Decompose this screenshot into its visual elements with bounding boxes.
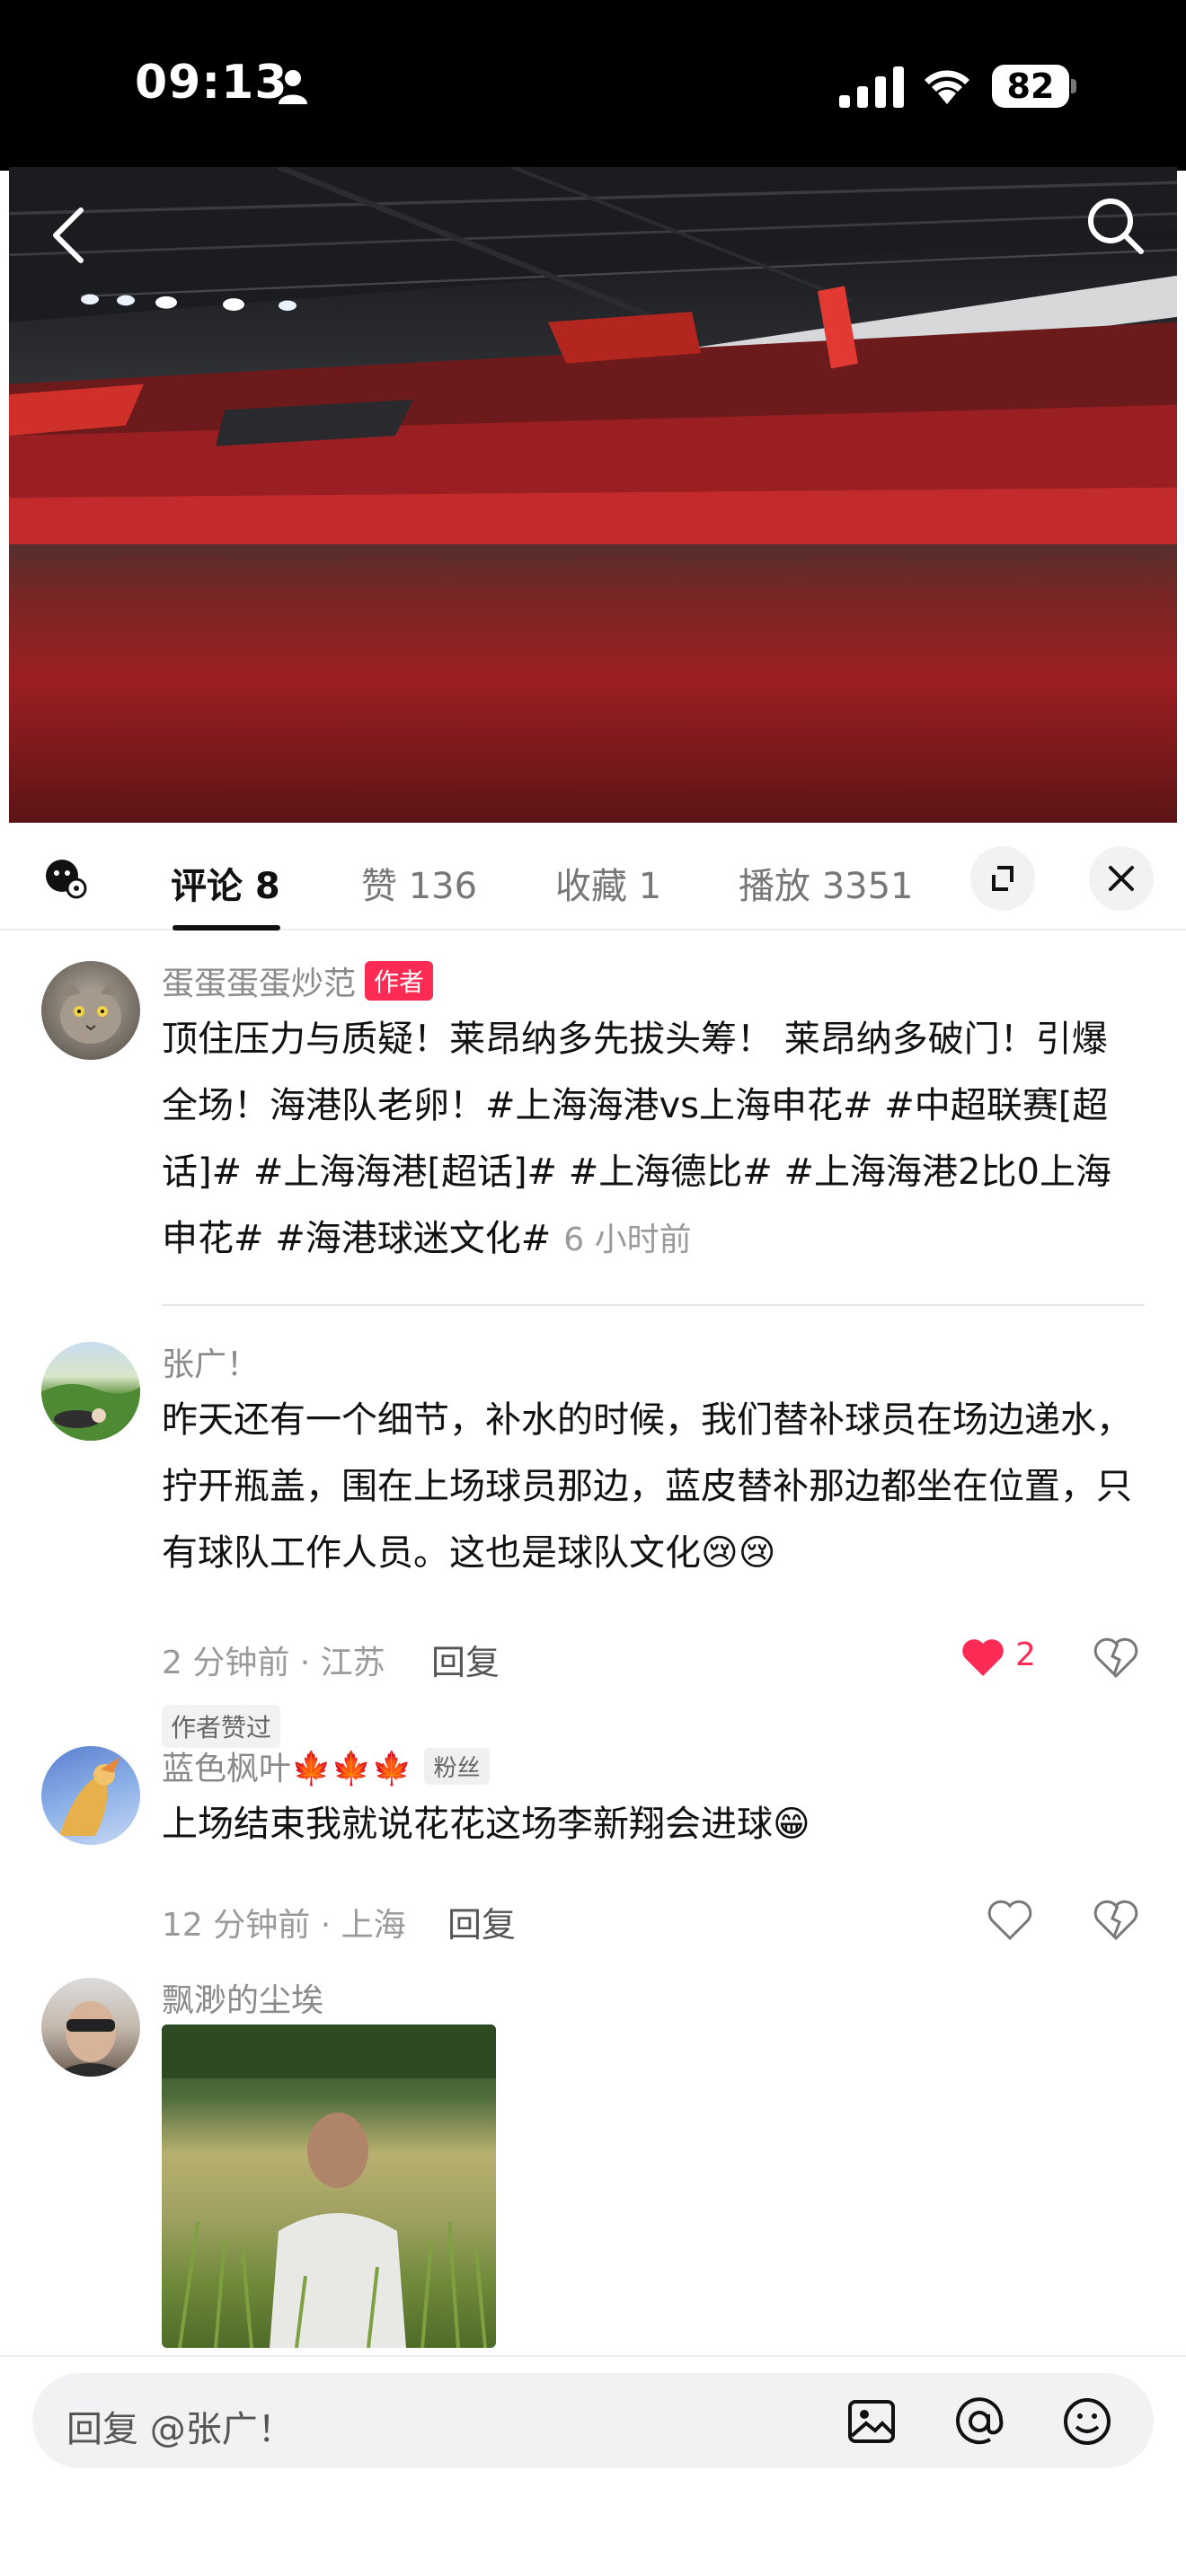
avatar[interactable] (41, 1342, 140, 1441)
comment-divider (162, 1304, 1145, 1306)
author-badge: 作者 (365, 961, 434, 1001)
heart-icon[interactable] (960, 1635, 1006, 1681)
avatar[interactable] (41, 961, 140, 1060)
avatar[interactable] (41, 1978, 140, 2077)
comment-meta: 2 分钟前 · 江苏 (162, 1645, 385, 1681)
battery-indicator: 82 (992, 65, 1078, 108)
search-icon[interactable] (1084, 194, 1146, 257)
tab-favorites[interactable]: 收藏 1 (555, 857, 661, 909)
author-liked-badge: 作者赞过 (162, 1705, 281, 1748)
avatar[interactable] (41, 1746, 140, 1845)
cellular-signal-icon (839, 66, 904, 108)
reply-button[interactable]: 回复 (447, 1897, 516, 1946)
comment-author-name[interactable]: 蓝色枫叶🍁🍁🍁 粉丝 (162, 1742, 490, 1789)
tab-likes[interactable]: 赞 136 (361, 857, 477, 909)
reply-button[interactable]: 回复 (431, 1635, 500, 1684)
comment-text: 昨天还有一个细节，补水的时候，我们替补球员在场边递水，拧开瓶盖，围在上场球员那边… (162, 1399, 1132, 1574)
comment-text: 上场结束我就说花花这场李新翔会进球😁 (162, 1804, 810, 1845)
expand-button[interactable] (970, 846, 1035, 911)
cat-avatar-image (60, 977, 121, 1044)
like-count: 2 (1015, 1636, 1036, 1673)
stadium-scene (9, 167, 1177, 544)
back-icon[interactable] (41, 203, 95, 268)
wifi-icon (925, 70, 969, 104)
tab-comments[interactable]: 评论 8 (171, 857, 280, 909)
comment-author-name[interactable]: 蛋蛋蛋蛋炒范 作者 (162, 957, 434, 1004)
heart-icon[interactable] (987, 1897, 1033, 1944)
expand-icon (992, 866, 1013, 891)
comments-tab-bar: 评论 8 赞 136 收藏 1 播放 3351 (0, 823, 1186, 931)
emoji-settings-icon[interactable] (43, 855, 88, 900)
status-bar: 09:13 82 (0, 0, 1186, 171)
comment-time: 6 小时前 (563, 1222, 692, 1258)
anime-avatar-image (59, 1757, 120, 1836)
person-avatar-image (50, 2001, 131, 2077)
person-icon (279, 70, 307, 104)
status-time: 09:13 (135, 56, 288, 110)
reply-input-bar: 回复 @张广！ (0, 2355, 1186, 2576)
reply-input-placeholder: 回复 @张广！ (66, 2409, 294, 2450)
close-button[interactable] (1089, 846, 1154, 911)
battery-cap (1071, 79, 1076, 93)
close-icon (1109, 866, 1134, 891)
comment-author-name[interactable]: 飘渺的尘埃 (162, 1974, 323, 2021)
reply-input[interactable]: 回复 @张广！ (32, 2373, 1154, 2468)
tab-plays[interactable]: 播放 3351 (739, 857, 914, 909)
comments-panel: 评论 8 赞 136 收藏 1 播放 3351 蛋蛋蛋蛋炒范 作者 顶住压力与质… (0, 823, 1186, 2576)
comment-image[interactable] (162, 2025, 496, 2348)
tab-active-indicator (173, 925, 280, 931)
video-player[interactable] (9, 167, 1177, 823)
image-icon[interactable] (845, 2395, 898, 2448)
at-icon[interactable] (952, 2395, 1006, 2448)
comment-text: 顶住压力与质疑！莱昂纳多先拔头筹！ 莱昂纳多破门！引爆全场！海港队老卵！#上海海… (162, 1019, 1111, 1259)
emoji-icon[interactable] (1060, 2395, 1114, 2448)
dislike-icon[interactable] (1093, 1635, 1139, 1681)
landscape-avatar-image (41, 1383, 140, 1441)
comment-meta: 12 分钟前 · 上海 (162, 1907, 406, 1944)
fan-badge: 粉丝 (424, 1748, 490, 1785)
dislike-icon[interactable] (1093, 1897, 1139, 1944)
battery-level: 82 (992, 65, 1069, 108)
rice-field-photo (162, 2025, 496, 2348)
comment-author-name[interactable]: 张广！ (162, 1338, 259, 1385)
